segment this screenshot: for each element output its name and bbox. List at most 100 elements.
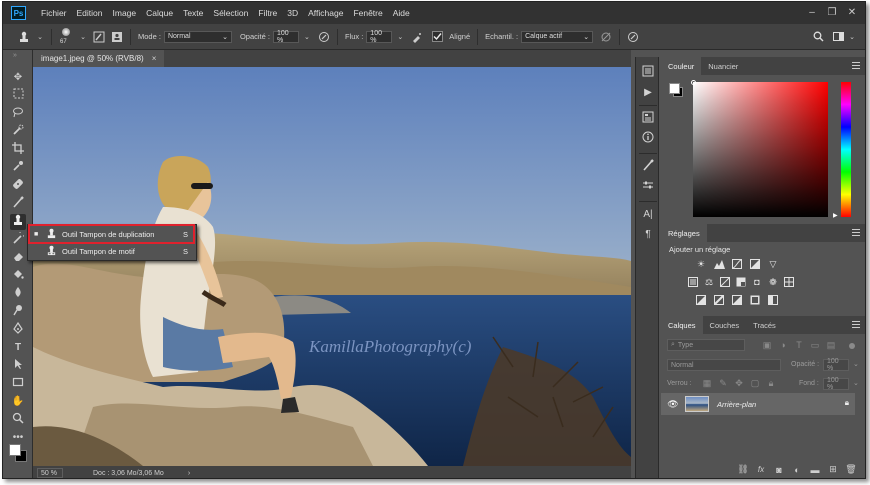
filter-adjustment-icon[interactable]: ◑ (777, 340, 789, 351)
lock-artboard-icon[interactable]: ▢ (749, 378, 761, 389)
menu-fenetre[interactable]: Fenêtre (348, 8, 387, 18)
paint-bucket-tool-icon[interactable] (10, 268, 26, 284)
invert-icon[interactable] (695, 295, 707, 306)
history-brush-tool-icon[interactable] (10, 229, 27, 248)
color-balance-icon[interactable] (719, 277, 731, 288)
menu-affichage[interactable]: Affichage (303, 8, 348, 18)
curves-icon[interactable] (731, 259, 743, 270)
fill-input[interactable]: 100 % (823, 377, 849, 391)
menu-aide[interactable]: Aide (388, 8, 415, 18)
type-tool-icon[interactable]: T (10, 340, 26, 356)
brush-tool-icon[interactable] (10, 196, 26, 212)
gradient-triangle-icon[interactable]: ▽ (767, 259, 779, 270)
brush-panel-icon[interactable] (640, 159, 656, 175)
quick-selection-tool-icon[interactable] (10, 124, 26, 140)
ignore-adjustment-layers-icon[interactable] (599, 30, 613, 44)
close-icon[interactable]: × (152, 54, 157, 63)
color-foreground-swatch[interactable] (669, 83, 680, 94)
info-icon[interactable] (640, 131, 656, 147)
workspace-chevron-icon[interactable]: ⌄ (845, 30, 859, 44)
dodge-tool-icon[interactable] (10, 304, 26, 320)
blur-tool-icon[interactable] (10, 286, 26, 302)
workspace-icon[interactable] (831, 30, 845, 44)
photo-filter-icon[interactable]: ◘ (751, 277, 763, 288)
document-canvas[interactable]: KamillaPhotography(c) (33, 67, 631, 466)
tab-calques[interactable]: Calques (661, 316, 703, 334)
vibrance-icon[interactable] (687, 277, 699, 288)
new-group-icon[interactable]: ▬ (806, 465, 824, 475)
clone-stamp-icon[interactable] (17, 30, 31, 44)
chevron-down-icon[interactable]: ⌄ (853, 360, 859, 368)
tab-couches[interactable]: Couches (703, 316, 747, 334)
trash-icon[interactable]: 🗑︎ (842, 464, 860, 475)
eye-visibility-icon[interactable]: 👁︎ (667, 398, 679, 410)
clone-stamp-tool-icon[interactable] (10, 214, 26, 230)
eraser-tool-icon[interactable] (10, 250, 26, 266)
opacity-input[interactable]: 100 % (272, 30, 299, 44)
history-icon[interactable] (640, 65, 656, 81)
blend-mode-select[interactable]: Normal (667, 359, 781, 371)
document-tab[interactable]: image1.jpeg @ 50% (RVB/8) × (33, 50, 165, 67)
pressure-opacity-icon[interactable] (317, 30, 331, 44)
move-tool-icon[interactable]: ✥ (10, 70, 26, 86)
posterize-icon[interactable] (713, 295, 725, 306)
filter-type-icon[interactable]: T (793, 340, 805, 351)
eyedropper-tool-icon[interactable] (10, 160, 26, 176)
threshold-icon[interactable] (731, 295, 743, 306)
flux-chevron-icon[interactable]: ⌄ (393, 30, 407, 44)
lock-position-icon[interactable]: ✥ (733, 378, 745, 389)
brightness-contrast-icon[interactable]: ☀ (695, 259, 707, 270)
hue-slider-handle-icon[interactable]: ▶ (833, 212, 838, 219)
rectangle-tool-icon[interactable] (10, 376, 26, 392)
link-layers-icon[interactable]: ⛓︎ (734, 464, 752, 475)
fx-icon[interactable]: fx (752, 465, 770, 474)
hue-saturation-icon[interactable]: ⚖ (703, 277, 715, 288)
pen-tool-icon[interactable] (10, 321, 26, 338)
color-field[interactable] (693, 82, 828, 217)
tool-preset-chevron-icon[interactable]: ⌄ (33, 30, 47, 44)
path-selection-tool-icon[interactable] (10, 358, 26, 374)
opacity-chevron-icon[interactable]: ⌄ (300, 30, 314, 44)
new-layer-icon[interactable]: ⊞ (824, 464, 842, 475)
marquee-tool-icon[interactable] (10, 88, 26, 104)
tab-nuancier[interactable]: Nuancier (701, 57, 745, 75)
layer-row[interactable]: 👁︎ Arrière-plan 🔒︎ (661, 393, 855, 415)
layer-filter-select[interactable]: ⌕ Type (667, 339, 745, 351)
layer-opacity-input[interactable]: 100 % (823, 358, 849, 372)
actions-play-icon[interactable]: ▶ (640, 85, 656, 101)
black-white-icon[interactable] (735, 277, 747, 288)
menu-filtre[interactable]: Filtre (253, 8, 282, 18)
foreground-color-swatch[interactable] (9, 444, 21, 456)
minimize-icon[interactable]: – (805, 6, 819, 20)
panel-menu-icon[interactable] (852, 62, 860, 69)
brush-settings-panel-icon[interactable] (640, 179, 656, 195)
aligned-checkbox[interactable] (430, 30, 444, 44)
filter-smart-object-icon[interactable]: ▤ (825, 340, 837, 351)
hand-tool-icon[interactable]: ✋ (10, 394, 26, 410)
selective-color-icon[interactable] (749, 295, 761, 306)
panel-menu-icon[interactable] (852, 321, 860, 328)
color-lookup-icon[interactable] (783, 277, 795, 288)
crop-tool-icon[interactable] (10, 142, 26, 158)
paragraph-icon[interactable]: ¶ (640, 227, 656, 243)
menu-image[interactable]: Image (108, 8, 142, 18)
zoom-tool-icon[interactable] (10, 412, 26, 428)
search-icon[interactable] (811, 30, 825, 44)
flyout-item-pattern-stamp[interactable]: Outil Tampon de motif S (28, 244, 196, 259)
lock-transparency-icon[interactable]: ▦ (701, 378, 713, 389)
hue-slider[interactable] (841, 82, 851, 217)
chevron-down-icon[interactable]: ⌄ (853, 379, 859, 387)
color-picker-handle[interactable] (691, 80, 696, 85)
zoom-field[interactable]: 50 % (37, 468, 63, 478)
tab-reglages[interactable]: Réglages (661, 224, 707, 242)
character-icon[interactable]: A| (640, 207, 656, 223)
pressure-size-icon[interactable] (626, 30, 640, 44)
close-icon[interactable]: ✕ (845, 6, 859, 20)
brush-chevron-icon[interactable]: ⌄ (76, 30, 90, 44)
menu-edition[interactable]: Edition (72, 8, 108, 18)
tab-couleur[interactable]: Couleur (661, 57, 702, 75)
menu-fichier[interactable]: Fichier (36, 8, 72, 18)
healing-brush-tool-icon[interactable] (10, 178, 26, 194)
menu-selection[interactable]: Sélection (208, 8, 253, 18)
levels-icon[interactable] (713, 259, 725, 270)
